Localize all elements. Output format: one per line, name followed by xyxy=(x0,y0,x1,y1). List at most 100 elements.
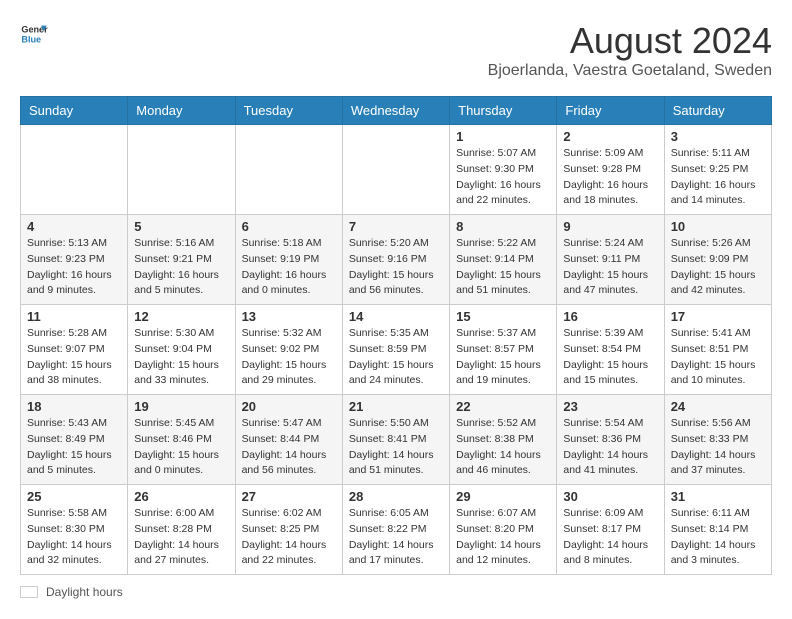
day-info: Sunrise: 5:18 AMSunset: 9:19 PMDaylight:… xyxy=(242,236,336,299)
page-header: General Blue August 2024 Bjoerlanda, Vae… xyxy=(20,20,772,80)
day-info: Sunrise: 5:41 AMSunset: 8:51 PMDaylight:… xyxy=(671,326,765,389)
calendar-week-1: 1 Sunrise: 5:07 AMSunset: 9:30 PMDaylight… xyxy=(21,125,772,215)
day-info: Sunrise: 5:11 AMSunset: 9:25 PMDaylight:… xyxy=(671,146,765,209)
calendar-day: 19Sunrise: 5:45 AMSunset: 8:46 PMDayligh… xyxy=(128,395,235,485)
calendar-day: 12 Sunrise: 5:30 AMSunset: 9:04 PMDayligh… xyxy=(128,305,235,395)
daylight-legend-box xyxy=(20,586,38,598)
day-number: 10 xyxy=(671,219,765,234)
calendar-day: 28 Sunrise: 6:05 AMSunset: 8:22 PMDayligh… xyxy=(342,485,449,575)
calendar-day: 24Sunrise: 5:56 AMSunset: 8:33 PMDayligh… xyxy=(664,395,771,485)
day-number: 30 xyxy=(563,489,657,504)
day-info: Sunrise: 6:11 AMSunset: 8:14 PMDaylight:… xyxy=(671,506,765,569)
day-number: 18 xyxy=(27,399,121,414)
svg-text:Blue: Blue xyxy=(21,34,41,44)
calendar-day: 25Sunrise: 5:58 AMSunset: 8:30 PMDayligh… xyxy=(21,485,128,575)
day-number: 24 xyxy=(671,399,765,414)
header-monday: Monday xyxy=(128,97,235,125)
day-number: 29 xyxy=(456,489,550,504)
calendar-day: 18 Sunrise: 5:43 AMSunset: 8:49 PMDayligh… xyxy=(21,395,128,485)
day-number: 4 xyxy=(27,219,121,234)
calendar-day: 11Sunrise: 5:28 AMSunset: 9:07 PMDayligh… xyxy=(21,305,128,395)
day-info: Sunrise: 5:43 AMSunset: 8:49 PMDaylight:… xyxy=(27,416,121,479)
calendar-day: 29 Sunrise: 6:07 AMSunset: 8:20 PMDayligh… xyxy=(450,485,557,575)
logo-icon: General Blue xyxy=(20,20,48,48)
day-info: Sunrise: 6:00 AMSunset: 8:28 PMDaylight:… xyxy=(134,506,228,569)
day-number: 13 xyxy=(242,309,336,324)
calendar-day: 20Sunrise: 5:47 AMSunset: 8:44 PMDayligh… xyxy=(235,395,342,485)
calendar-day: 5Sunrise: 5:16 AMSunset: 9:21 PMDaylight… xyxy=(128,215,235,305)
subtitle: Bjoerlanda, Vaestra Goetaland, Sweden xyxy=(488,62,772,80)
day-number: 23 xyxy=(563,399,657,414)
calendar-footer: Daylight hours xyxy=(20,585,772,599)
day-info: Sunrise: 5:24 AMSunset: 9:11 PMDaylight:… xyxy=(563,236,657,299)
day-number: 14 xyxy=(349,309,443,324)
header-sunday: Sunday xyxy=(21,97,128,125)
calendar-day: 17Sunrise: 5:41 AMSunset: 8:51 PMDayligh… xyxy=(664,305,771,395)
day-number: 26 xyxy=(134,489,228,504)
calendar-day: 14Sunrise: 5:35 AMSunset: 8:59 PMDayligh… xyxy=(342,305,449,395)
day-info: Sunrise: 5:28 AMSunset: 9:07 PMDaylight:… xyxy=(27,326,121,389)
calendar-day: 3 Sunrise: 5:11 AMSunset: 9:25 PMDaylight… xyxy=(664,125,771,215)
day-info: Sunrise: 6:02 AMSunset: 8:25 PMDaylight:… xyxy=(242,506,336,569)
calendar-day: 1 Sunrise: 5:07 AMSunset: 9:30 PMDaylight… xyxy=(450,125,557,215)
day-info: Sunrise: 5:54 AMSunset: 8:36 PMDaylight:… xyxy=(563,416,657,479)
day-number: 20 xyxy=(242,399,336,414)
day-info: Sunrise: 5:20 AMSunset: 9:16 PMDaylight:… xyxy=(349,236,443,299)
day-info: Sunrise: 5:45 AMSunset: 8:46 PMDaylight:… xyxy=(134,416,228,479)
day-number: 16 xyxy=(563,309,657,324)
day-number: 12 xyxy=(134,309,228,324)
calendar-day: 15 Sunrise: 5:37 AMSunset: 8:57 PMDayligh… xyxy=(450,305,557,395)
day-number: 1 xyxy=(456,129,550,144)
day-info: Sunrise: 6:07 AMSunset: 8:20 PMDaylight:… xyxy=(456,506,550,569)
day-number: 5 xyxy=(134,219,228,234)
calendar-day: 6 Sunrise: 5:18 AMSunset: 9:19 PMDaylight… xyxy=(235,215,342,305)
header-saturday: Saturday xyxy=(664,97,771,125)
day-number: 3 xyxy=(671,129,765,144)
day-number: 8 xyxy=(456,219,550,234)
day-info: Sunrise: 5:07 AMSunset: 9:30 PMDaylight:… xyxy=(456,146,550,209)
calendar-day: 9 Sunrise: 5:24 AMSunset: 9:11 PMDaylight… xyxy=(557,215,664,305)
calendar-day: 27Sunrise: 6:02 AMSunset: 8:25 PMDayligh… xyxy=(235,485,342,575)
day-number: 28 xyxy=(349,489,443,504)
calendar-day xyxy=(128,125,235,215)
day-info: Sunrise: 5:39 AMSunset: 8:54 PMDaylight:… xyxy=(563,326,657,389)
day-info: Sunrise: 5:22 AMSunset: 9:14 PMDaylight:… xyxy=(456,236,550,299)
calendar-day: 8 Sunrise: 5:22 AMSunset: 9:14 PMDaylight… xyxy=(450,215,557,305)
main-title: August 2024 xyxy=(488,20,772,62)
day-info: Sunrise: 5:32 AMSunset: 9:02 PMDaylight:… xyxy=(242,326,336,389)
header-thursday: Thursday xyxy=(450,97,557,125)
title-block: August 2024 Bjoerlanda, Vaestra Goetalan… xyxy=(488,20,772,80)
calendar-day: 31 Sunrise: 6:11 AMSunset: 8:14 PMDayligh… xyxy=(664,485,771,575)
header-friday: Friday xyxy=(557,97,664,125)
day-number: 22 xyxy=(456,399,550,414)
day-number: 6 xyxy=(242,219,336,234)
day-number: 21 xyxy=(349,399,443,414)
calendar-week-4: 18 Sunrise: 5:43 AMSunset: 8:49 PMDayligh… xyxy=(21,395,772,485)
day-info: Sunrise: 5:09 AMSunset: 9:28 PMDaylight:… xyxy=(563,146,657,209)
calendar-day: 7 Sunrise: 5:20 AMSunset: 9:16 PMDaylight… xyxy=(342,215,449,305)
calendar-day: 22 Sunrise: 5:52 AMSunset: 8:38 PMDayligh… xyxy=(450,395,557,485)
day-number: 7 xyxy=(349,219,443,234)
day-number: 15 xyxy=(456,309,550,324)
calendar-day: 16 Sunrise: 5:39 AMSunset: 8:54 PMDayligh… xyxy=(557,305,664,395)
calendar-week-2: 4Sunrise: 5:13 AMSunset: 9:23 PMDaylight… xyxy=(21,215,772,305)
header-wednesday: Wednesday xyxy=(342,97,449,125)
day-info: Sunrise: 6:09 AMSunset: 8:17 PMDaylight:… xyxy=(563,506,657,569)
calendar-header-row: SundayMondayTuesdayWednesdayThursdayFrid… xyxy=(21,97,772,125)
day-info: Sunrise: 5:30 AMSunset: 9:04 PMDaylight:… xyxy=(134,326,228,389)
calendar-day: 23 Sunrise: 5:54 AMSunset: 8:36 PMDayligh… xyxy=(557,395,664,485)
day-number: 25 xyxy=(27,489,121,504)
logo: General Blue xyxy=(20,20,48,48)
day-info: Sunrise: 5:26 AMSunset: 9:09 PMDaylight:… xyxy=(671,236,765,299)
day-info: Sunrise: 5:52 AMSunset: 8:38 PMDaylight:… xyxy=(456,416,550,479)
calendar-day xyxy=(235,125,342,215)
calendar-day: 26 Sunrise: 6:00 AMSunset: 8:28 PMDayligh… xyxy=(128,485,235,575)
day-number: 9 xyxy=(563,219,657,234)
calendar-day: 13 Sunrise: 5:32 AMSunset: 9:02 PMDayligh… xyxy=(235,305,342,395)
calendar-week-3: 11Sunrise: 5:28 AMSunset: 9:07 PMDayligh… xyxy=(21,305,772,395)
day-number: 31 xyxy=(671,489,765,504)
day-info: Sunrise: 6:05 AMSunset: 8:22 PMDaylight:… xyxy=(349,506,443,569)
calendar-day: 30 Sunrise: 6:09 AMSunset: 8:17 PMDayligh… xyxy=(557,485,664,575)
day-info: Sunrise: 5:37 AMSunset: 8:57 PMDaylight:… xyxy=(456,326,550,389)
calendar-day: 2Sunrise: 5:09 AMSunset: 9:28 PMDaylight… xyxy=(557,125,664,215)
